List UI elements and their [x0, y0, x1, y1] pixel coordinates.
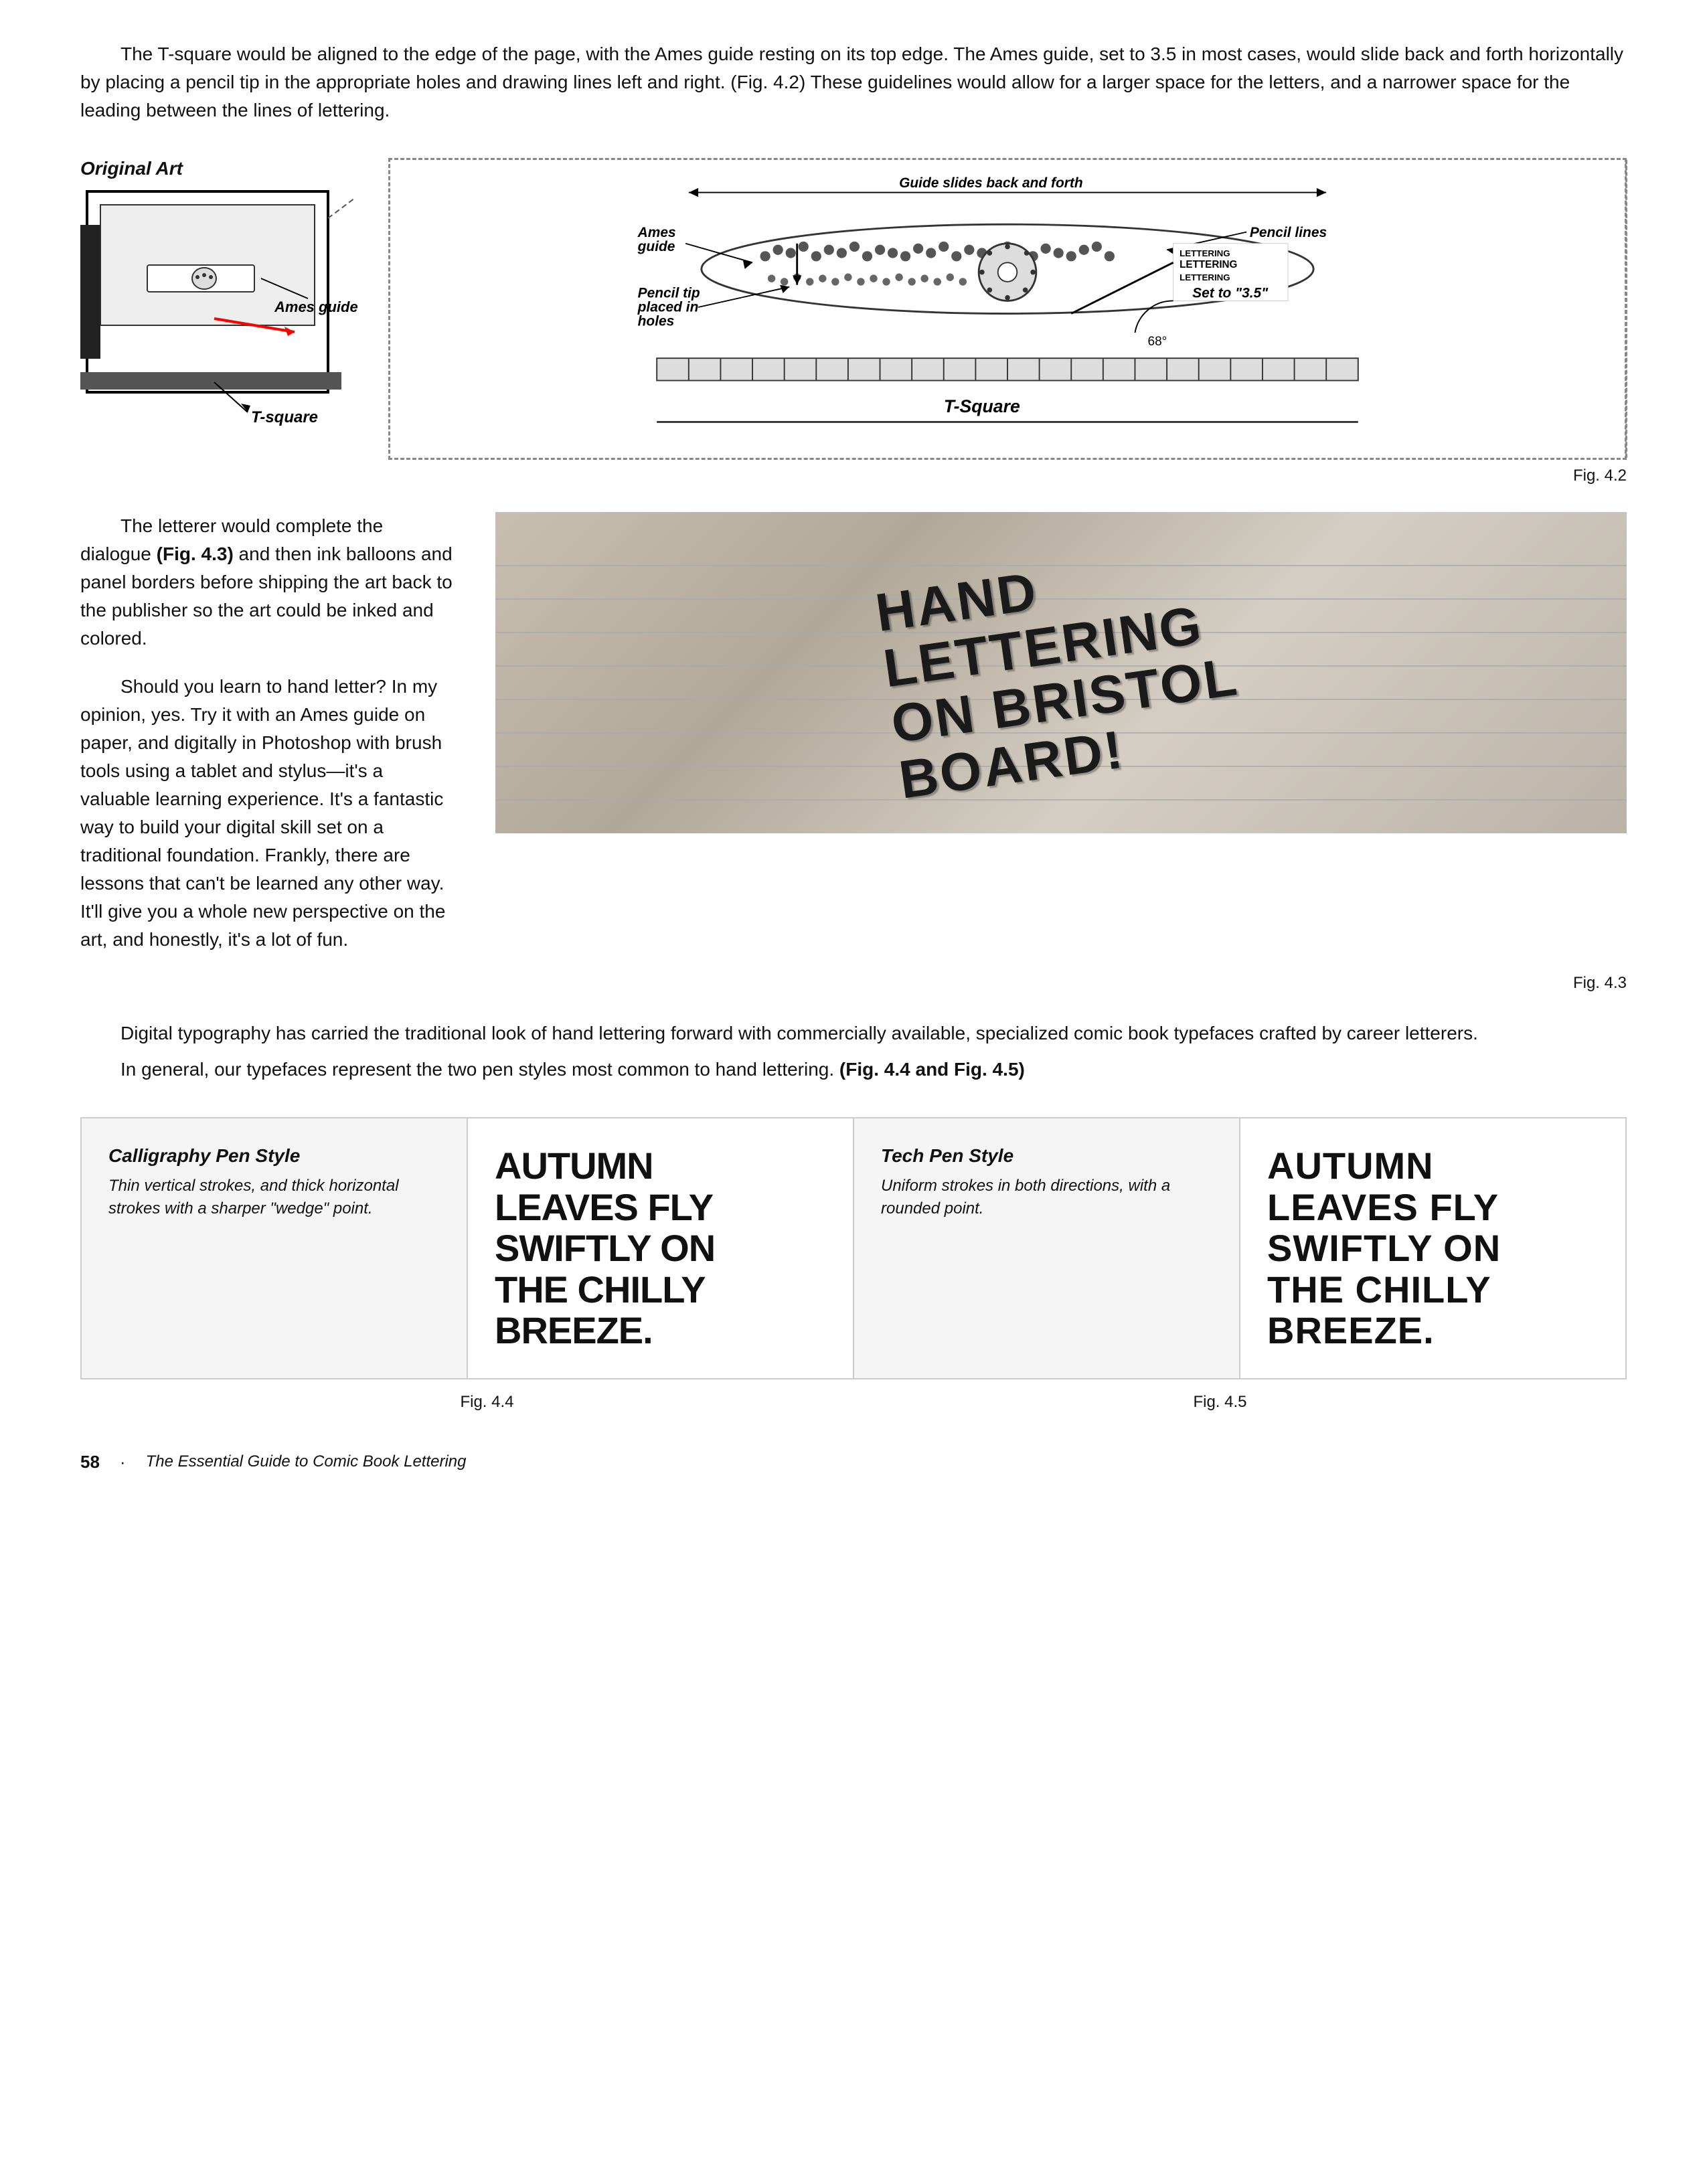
calligraphy-sample: AUTUMN LEAVES FLY SWIFTLY ON THE CHILLY …	[495, 1145, 826, 1351]
cal-line3: SWIFTLY ON	[495, 1228, 826, 1269]
tech-line1: AUTUMN	[1267, 1145, 1599, 1187]
calligraphy-desc: Thin vertical strokes, and thick horizon…	[108, 1175, 440, 1220]
fig-4-3-photo: HAND LETTERING ON BRISTOL BOARD!	[495, 512, 1627, 833]
bottom-para1: Digital typography has carried the tradi…	[80, 1019, 1627, 1047]
pen-style-captions: Fig. 4.4 Fig. 4.5	[80, 1393, 1627, 1412]
page-number: 58	[80, 1452, 100, 1473]
ames-guide-diagram: Guide slides back and forth	[388, 158, 1627, 460]
footer-separator: ·	[120, 1452, 126, 1473]
original-art-label: Original Art	[80, 158, 361, 179]
middle-section: The letterer would complete the dialogue…	[80, 512, 1627, 954]
fig-4-3-caption-text: Fig. 4.3	[1573, 974, 1627, 992]
fig-4-4-caption: Fig. 4.4	[80, 1393, 854, 1412]
calligraphy-desc-box: Calligraphy Pen Style Thin vertical stro…	[82, 1118, 468, 1378]
tech-desc: Uniform strokes in both directions, with…	[881, 1175, 1212, 1220]
tech-line2: LEAVES FLY	[1267, 1187, 1599, 1228]
fig-4-5-caption: Fig. 4.5	[854, 1393, 1627, 1412]
page-content: The T-square would be aligned to the edg…	[80, 40, 1627, 1473]
svg-text:Guide slides back and forth: Guide slides back and forth	[899, 175, 1083, 191]
book-title: The Essential Guide to Comic Book Letter…	[146, 1452, 467, 1471]
fig-4-2-caption: Fig. 4.2	[80, 467, 1627, 485]
tech-title: Tech Pen Style	[881, 1145, 1212, 1167]
left-column: The letterer would complete the dialogue…	[80, 512, 455, 954]
svg-text:T-Square: T-Square	[944, 396, 1020, 416]
svg-text:holes: holes	[638, 314, 675, 329]
svg-text:68°: 68°	[1148, 335, 1167, 349]
tech-line5: BREEZE.	[1267, 1310, 1599, 1351]
cal-line4: THE CHILLY	[495, 1269, 826, 1311]
tech-line3: SWIFTLY ON	[1267, 1228, 1599, 1269]
fig-4-2-caption-text: Fig. 4.2	[1573, 467, 1627, 485]
svg-text:T-square: T-square	[251, 408, 318, 426]
cal-line5: BREEZE.	[495, 1310, 826, 1351]
original-art-diagram: Original Art	[80, 158, 361, 460]
original-art-svg: T-square Ames guide	[80, 185, 361, 426]
svg-text:Set to "3.5": Set to "3.5"	[1192, 286, 1269, 301]
svg-text:Pencil tip: Pencil tip	[638, 286, 700, 301]
calligraphy-sample-box: AUTUMN LEAVES FLY SWIFTLY ON THE CHILLY …	[468, 1118, 854, 1378]
photo-text: HAND LETTERING ON BRISTOL BOARD!	[872, 537, 1250, 808]
svg-text:Pencil lines: Pencil lines	[1250, 225, 1327, 240]
svg-text:placed in: placed in	[637, 300, 699, 315]
svg-text:Ames: Ames	[637, 225, 676, 240]
svg-text:LETTERING: LETTERING	[1180, 248, 1230, 258]
cal-line1: AUTUMN	[495, 1145, 826, 1187]
bottom-para2-text: In general, our typefaces represent the …	[120, 1059, 1025, 1080]
tech-sample: AUTUMN LEAVES FLY SWIFTLY ON THE CHILLY …	[1267, 1145, 1599, 1351]
fig-4-3-caption: Fig. 4.3	[80, 974, 1627, 993]
cal-line2: LEAVES FLY	[495, 1187, 826, 1228]
middle-para1-text: The letterer would complete the dialogue…	[80, 515, 453, 649]
middle-para2-text: Should you learn to hand letter? In my o…	[80, 673, 455, 954]
page-footer: 58 · The Essential Guide to Comic Book L…	[80, 1452, 1627, 1473]
svg-text:guide: guide	[637, 239, 675, 254]
tech-desc-box: Tech Pen Style Uniform strokes in both d…	[854, 1118, 1240, 1378]
figure-4-2-container: Original Art	[80, 158, 1627, 460]
svg-text:LETTERING: LETTERING	[1180, 259, 1237, 270]
tech-line4: THE CHILLY	[1267, 1269, 1599, 1311]
intro-text-content: The T-square would be aligned to the edg…	[80, 44, 1623, 120]
ames-diagram-svg: Guide slides back and forth	[404, 173, 1611, 441]
fig-refs: (Fig. 4.4 and Fig. 4.5)	[839, 1059, 1025, 1080]
svg-text:LETTERING: LETTERING	[1180, 272, 1230, 282]
pen-style-row: Calligraphy Pen Style Thin vertical stro…	[80, 1117, 1627, 1379]
tech-sample-box: AUTUMN LEAVES FLY SWIFTLY ON THE CHILLY …	[1240, 1118, 1625, 1378]
fig-ref-43: (Fig. 4.3)	[157, 543, 234, 564]
bottom-para2: In general, our typefaces represent the …	[80, 1056, 1627, 1084]
svg-text:Ames guide: Ames guide	[274, 299, 358, 315]
intro-paragraph: The T-square would be aligned to the edg…	[80, 40, 1627, 124]
calligraphy-title: Calligraphy Pen Style	[108, 1145, 440, 1167]
